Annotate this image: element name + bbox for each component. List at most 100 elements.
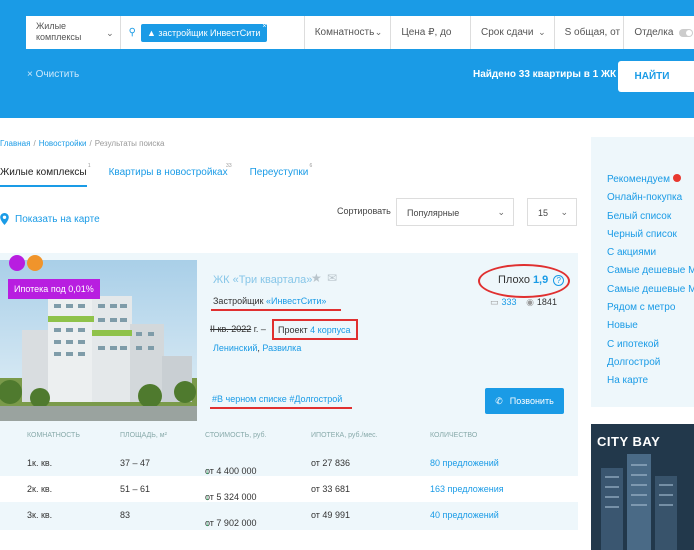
complex-name[interactable]: ЖК «Три квартала» xyxy=(213,274,312,286)
sidebar-item-label: Рекомендуем xyxy=(607,174,670,185)
help-icon[interactable]: ? xyxy=(553,275,565,286)
object-type-select[interactable]: Жилые комплексы ⌄ xyxy=(26,16,121,49)
sidebar-item-near-metro[interactable]: Рядом с метро xyxy=(607,302,694,320)
close-icon: × xyxy=(27,69,36,80)
chevron-down-icon: ⌄ xyxy=(497,207,505,217)
chevron-down-icon: ⌄ xyxy=(374,27,383,37)
price-placeholder: Цена ₽, до xyxy=(401,27,452,38)
cell-mortgage: от 27 836 xyxy=(311,458,350,468)
sort-select[interactable]: Популярные ⌄ xyxy=(396,198,514,226)
cell-offers[interactable]: 80 предложений xyxy=(430,458,499,468)
sidebar-item-cheapest-1[interactable]: Самые дешевые М xyxy=(607,265,694,283)
arrow-down-icon: ↓ xyxy=(205,518,210,528)
result-tabs: Жилые комплексы 1 Квартиры в новостройках… xyxy=(0,163,330,187)
clear-button[interactable]: × Очистить xyxy=(27,69,79,80)
location: Ленинский, Развилка xyxy=(213,343,301,353)
tab-label: Квартиры в новостройках xyxy=(108,167,228,178)
sidebar-item-recommended[interactable]: Рекомендуем xyxy=(607,174,694,192)
favorite-icon[interactable] xyxy=(9,255,25,271)
chevron-down-icon: ⌄ xyxy=(538,27,546,37)
tab-count: 1 xyxy=(87,163,91,169)
show-on-map-link[interactable]: Показать на карте xyxy=(0,213,100,225)
column-header: КОМНАТНОСТЬ xyxy=(27,432,80,439)
cell-offers[interactable]: 163 предложения xyxy=(430,484,504,494)
breadcrumb-new-buildings[interactable]: Новостройки xyxy=(39,139,87,148)
sidebar-list: Рекомендуем Онлайн-покупка Белый список … xyxy=(607,174,694,394)
sale-icon[interactable] xyxy=(27,255,43,271)
fire-icon xyxy=(672,174,681,182)
cell-offers[interactable]: 40 предложений xyxy=(430,510,499,520)
breadcrumb-home[interactable]: Главная xyxy=(0,139,30,148)
deadline-select[interactable]: Срок сдачи ⌄ xyxy=(471,16,555,49)
sidebar-item-whitelist[interactable]: Белый список xyxy=(607,211,694,229)
object-type-value: Жилые комплексы xyxy=(36,21,82,42)
sidebar-item-long-build[interactable]: Долгострой xyxy=(607,357,694,375)
search-icon: ⚲ xyxy=(128,27,136,38)
table-row[interactable]: 1к. кв. 37 – 47 от 4 400 000 ↓ от 27 836… xyxy=(0,450,578,476)
arrow-down-icon: ↓ xyxy=(205,492,210,502)
tab-count: 33 xyxy=(226,163,232,169)
star-icon[interactable]: ★ xyxy=(311,271,322,285)
call-button[interactable]: ✆ Позвонить xyxy=(485,388,564,414)
breadcrumb-separator: / xyxy=(33,139,36,148)
tab-assignments[interactable]: Переуступки 6 xyxy=(249,163,313,187)
call-label: Позвонить xyxy=(509,396,554,406)
ad-brand: CITY BAY xyxy=(597,434,661,449)
map-pin-icon xyxy=(0,213,9,225)
hashtags[interactable]: #В черном списке #Долгострой xyxy=(212,394,342,404)
person-icon: ▲ xyxy=(146,27,159,38)
reviews-count[interactable]: 333 xyxy=(502,297,517,307)
eye-icon: ◉ xyxy=(526,297,534,307)
find-button[interactable]: НАЙТИ xyxy=(618,61,694,92)
tab-label: Переуступки xyxy=(249,167,309,178)
search-input[interactable]: ⚲ ▲ застройщик ИнвестСити × xyxy=(121,16,305,49)
buildings-link[interactable]: 4 корпуса xyxy=(310,325,350,335)
search-tag[interactable]: ▲ застройщик ИнвестСити × xyxy=(140,23,268,42)
column-header: СТОИМОСТЬ, руб. xyxy=(205,432,267,439)
advertisement-banner[interactable]: CITY BAY xyxy=(591,424,694,550)
column-header: ПЛОЩАДЬ, м² xyxy=(120,432,167,439)
sidebar-item-online[interactable]: Онлайн-покупка xyxy=(607,192,694,210)
mortgage-badge: Ипотека под 0,01% xyxy=(8,279,100,299)
toggle-switch[interactable] xyxy=(679,28,694,37)
sidebar-item-promos[interactable]: С акциями xyxy=(607,247,694,265)
area-input[interactable]: S общая, от xyxy=(555,16,625,49)
deadline: II кв. 2022 г. – xyxy=(210,324,266,334)
rooms-select[interactable]: Комнатность ⌄ xyxy=(305,16,392,49)
per-page-select[interactable]: 15 ⌄ xyxy=(527,198,577,226)
cell-mortgage: от 49 991 xyxy=(311,510,350,520)
cell-area: 37 – 47 xyxy=(120,458,151,468)
settlement-link[interactable]: Развилка xyxy=(262,343,301,353)
sidebar-item-cheapest-2[interactable]: Самые дешевые М xyxy=(607,284,694,302)
sidebar-item-blacklist[interactable]: Черный список xyxy=(607,229,694,247)
sidebar-item-mortgage[interactable]: С ипотекой xyxy=(607,339,694,357)
district-link[interactable]: Ленинский xyxy=(213,343,257,353)
table-row[interactable]: 2к. кв. 51 – 61 от 5 324 000 ↓ от 33 681… xyxy=(0,476,578,502)
sidebar-item-new[interactable]: Новые xyxy=(607,320,694,338)
highlight-underline xyxy=(211,309,341,311)
column-header: КОЛИЧЕСТВО xyxy=(430,432,478,439)
deadline-label: Срок сдачи xyxy=(480,27,534,38)
cell-rooms: 1к. кв. xyxy=(27,458,53,468)
tab-complexes[interactable]: Жилые комплексы 1 xyxy=(0,163,91,187)
cell-rooms: 3к. кв. xyxy=(27,510,53,520)
price-input[interactable]: Цена ₽, до xyxy=(391,16,471,49)
mail-icon[interactable]: ✉ xyxy=(327,271,337,285)
finish-toggle[interactable]: Отделка xyxy=(624,16,694,49)
chevron-down-icon: ⌄ xyxy=(106,28,114,38)
breadcrumb-separator: / xyxy=(89,139,92,148)
table-row[interactable]: 3к. кв. 83 от 7 902 000 ↓ от 49 991 40 п… xyxy=(0,502,578,528)
highlight-underline xyxy=(210,407,352,409)
views-count: 1841 xyxy=(536,297,557,307)
breadcrumb: Главная / Новостройки / Результаты поиска xyxy=(0,139,165,148)
sort-value: Популярные xyxy=(407,208,460,218)
rating[interactable]: Плохо 1,9? xyxy=(498,274,565,286)
stats: ▭ 333 ◉ 1841 xyxy=(490,297,557,308)
project-status: Проект 4 корпуса xyxy=(272,319,358,340)
developer-link[interactable]: «ИнвестСити» xyxy=(266,296,326,306)
filter-bar: Жилые комплексы ⌄ ⚲ ▲ застройщик ИнвестС… xyxy=(26,16,694,49)
tab-apartments[interactable]: Квартиры в новостройках 33 xyxy=(108,163,232,187)
sidebar-item-map[interactable]: На карте xyxy=(607,375,694,393)
price-value: от 4 400 000 xyxy=(205,466,257,476)
close-icon[interactable]: × xyxy=(262,23,266,30)
